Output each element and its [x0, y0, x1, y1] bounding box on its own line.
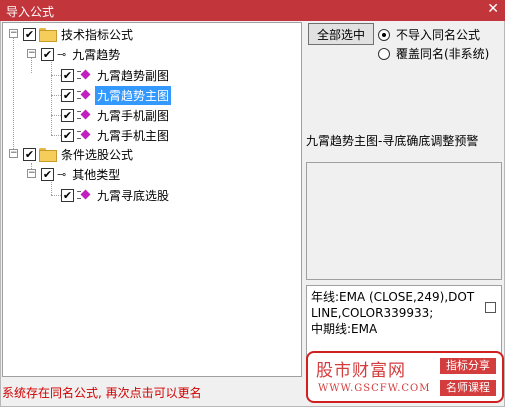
- checkbox[interactable]: ✔: [23, 147, 36, 161]
- tree-node-formula[interactable]: ✔ 九霄手机副图: [61, 106, 171, 124]
- watermark-tag: 指标分享: [440, 358, 496, 374]
- watermark-tag: 名师课程: [440, 380, 496, 396]
- radio-button[interactable]: [378, 28, 390, 41]
- watermark-title: 股市财富网: [316, 361, 406, 381]
- key-icon: ⊸: [57, 167, 67, 181]
- expander-icon[interactable]: −: [27, 169, 36, 178]
- checkbox[interactable]: ✔: [23, 27, 36, 41]
- formula-notes-box: [306, 162, 502, 280]
- tree-node-label[interactable]: 九霄手机主图: [95, 126, 171, 145]
- tree-line: [51, 75, 61, 76]
- formula-description: 九霄趋势主图-寻底确底调整预警: [306, 134, 479, 148]
- tree-node-formula[interactable]: ✔ 九霄手机主图: [61, 126, 171, 144]
- checkbox[interactable]: ✔: [61, 68, 74, 82]
- radio-overwrite[interactable]: 覆盖同名(非系统): [378, 45, 489, 62]
- radio-label[interactable]: 覆盖同名(非系统): [396, 45, 489, 62]
- checkbox[interactable]: ✔: [61, 88, 74, 102]
- tree-node-jiuxiao-trend[interactable]: ✔ ⊸ 九霄趋势: [41, 45, 122, 63]
- formula-icon: [77, 129, 91, 141]
- checkbox[interactable]: ✔: [61, 128, 74, 142]
- window-title: 导入公式: [6, 5, 55, 19]
- tree-node-formula[interactable]: ✔ 九霄寻底选股: [61, 186, 171, 204]
- formula-icon: [77, 69, 91, 81]
- title-bar: 导入公式 ✕: [0, 0, 505, 21]
- folder-icon: [39, 148, 57, 162]
- tree-line: [51, 195, 61, 196]
- select-all-button[interactable]: 全部选中: [308, 23, 374, 45]
- tree-node-label[interactable]: 九霄手机副图: [95, 106, 171, 125]
- status-message: 系统存在同名公式, 再次点击可以更名: [2, 386, 202, 400]
- formula-tree[interactable]: − ✔ 技术指标公式 − ✔ ⊸ 九霄趋势 ✔ 九霄趋势副图 ✔ 九霄趋势主图 …: [2, 22, 302, 377]
- tree-node-label[interactable]: 技术指标公式: [59, 25, 135, 44]
- tree-node-label[interactable]: 九霄趋势副图: [95, 66, 171, 85]
- tree-node-other-types[interactable]: ✔ ⊸ 其他类型: [41, 165, 122, 183]
- checkbox[interactable]: ✔: [61, 188, 74, 202]
- tree-node-label[interactable]: 条件选股公式: [59, 145, 135, 164]
- expander-icon[interactable]: −: [9, 149, 18, 158]
- tree-node-label[interactable]: 九霄寻底选股: [95, 186, 171, 205]
- formula-icon: [77, 189, 91, 201]
- expander-icon[interactable]: −: [27, 49, 36, 58]
- radio-button[interactable]: [378, 47, 390, 60]
- tree-line: [13, 37, 14, 157]
- tree-line: [51, 95, 61, 96]
- code-checkbox[interactable]: [485, 302, 496, 313]
- checkbox[interactable]: ✔: [61, 108, 74, 122]
- checkbox[interactable]: ✔: [41, 167, 54, 181]
- tree-node-formula-selected[interactable]: ✔ 九霄趋势主图: [61, 85, 172, 105]
- tree-line: [51, 57, 52, 135]
- close-icon[interactable]: ✕: [487, 1, 499, 17]
- checkbox[interactable]: ✔: [41, 47, 54, 61]
- tree-node-technical-indicators[interactable]: ✔ 技术指标公式: [23, 25, 135, 43]
- tree-node-stock-selection[interactable]: ✔ 条件选股公式: [23, 145, 135, 163]
- tree-node-label[interactable]: 九霄趋势: [70, 45, 122, 64]
- tree-node-label[interactable]: 其他类型: [70, 165, 122, 184]
- watermark-url: WWW.GSCFW.COM: [318, 383, 431, 394]
- tree-line: [51, 115, 61, 116]
- formula-icon: [77, 109, 91, 121]
- radio-label[interactable]: 不导入同名公式: [396, 26, 480, 43]
- watermark-logo: 股市财富网 WWW.GSCFW.COM 指标分享 名师课程: [306, 351, 504, 403]
- tree-node-label[interactable]: 九霄趋势主图: [95, 85, 172, 105]
- radio-no-import[interactable]: 不导入同名公式: [378, 26, 480, 43]
- formula-icon: [77, 89, 91, 101]
- tree-line: [51, 135, 61, 136]
- formula-code-text: 年线:EMA (CLOSE,249),DOTLINE,COLOR339933; …: [311, 290, 475, 336]
- key-icon: ⊸: [57, 47, 67, 61]
- tree-node-formula[interactable]: ✔ 九霄趋势副图: [61, 66, 171, 84]
- folder-icon: [39, 28, 57, 42]
- expander-icon[interactable]: −: [9, 29, 18, 38]
